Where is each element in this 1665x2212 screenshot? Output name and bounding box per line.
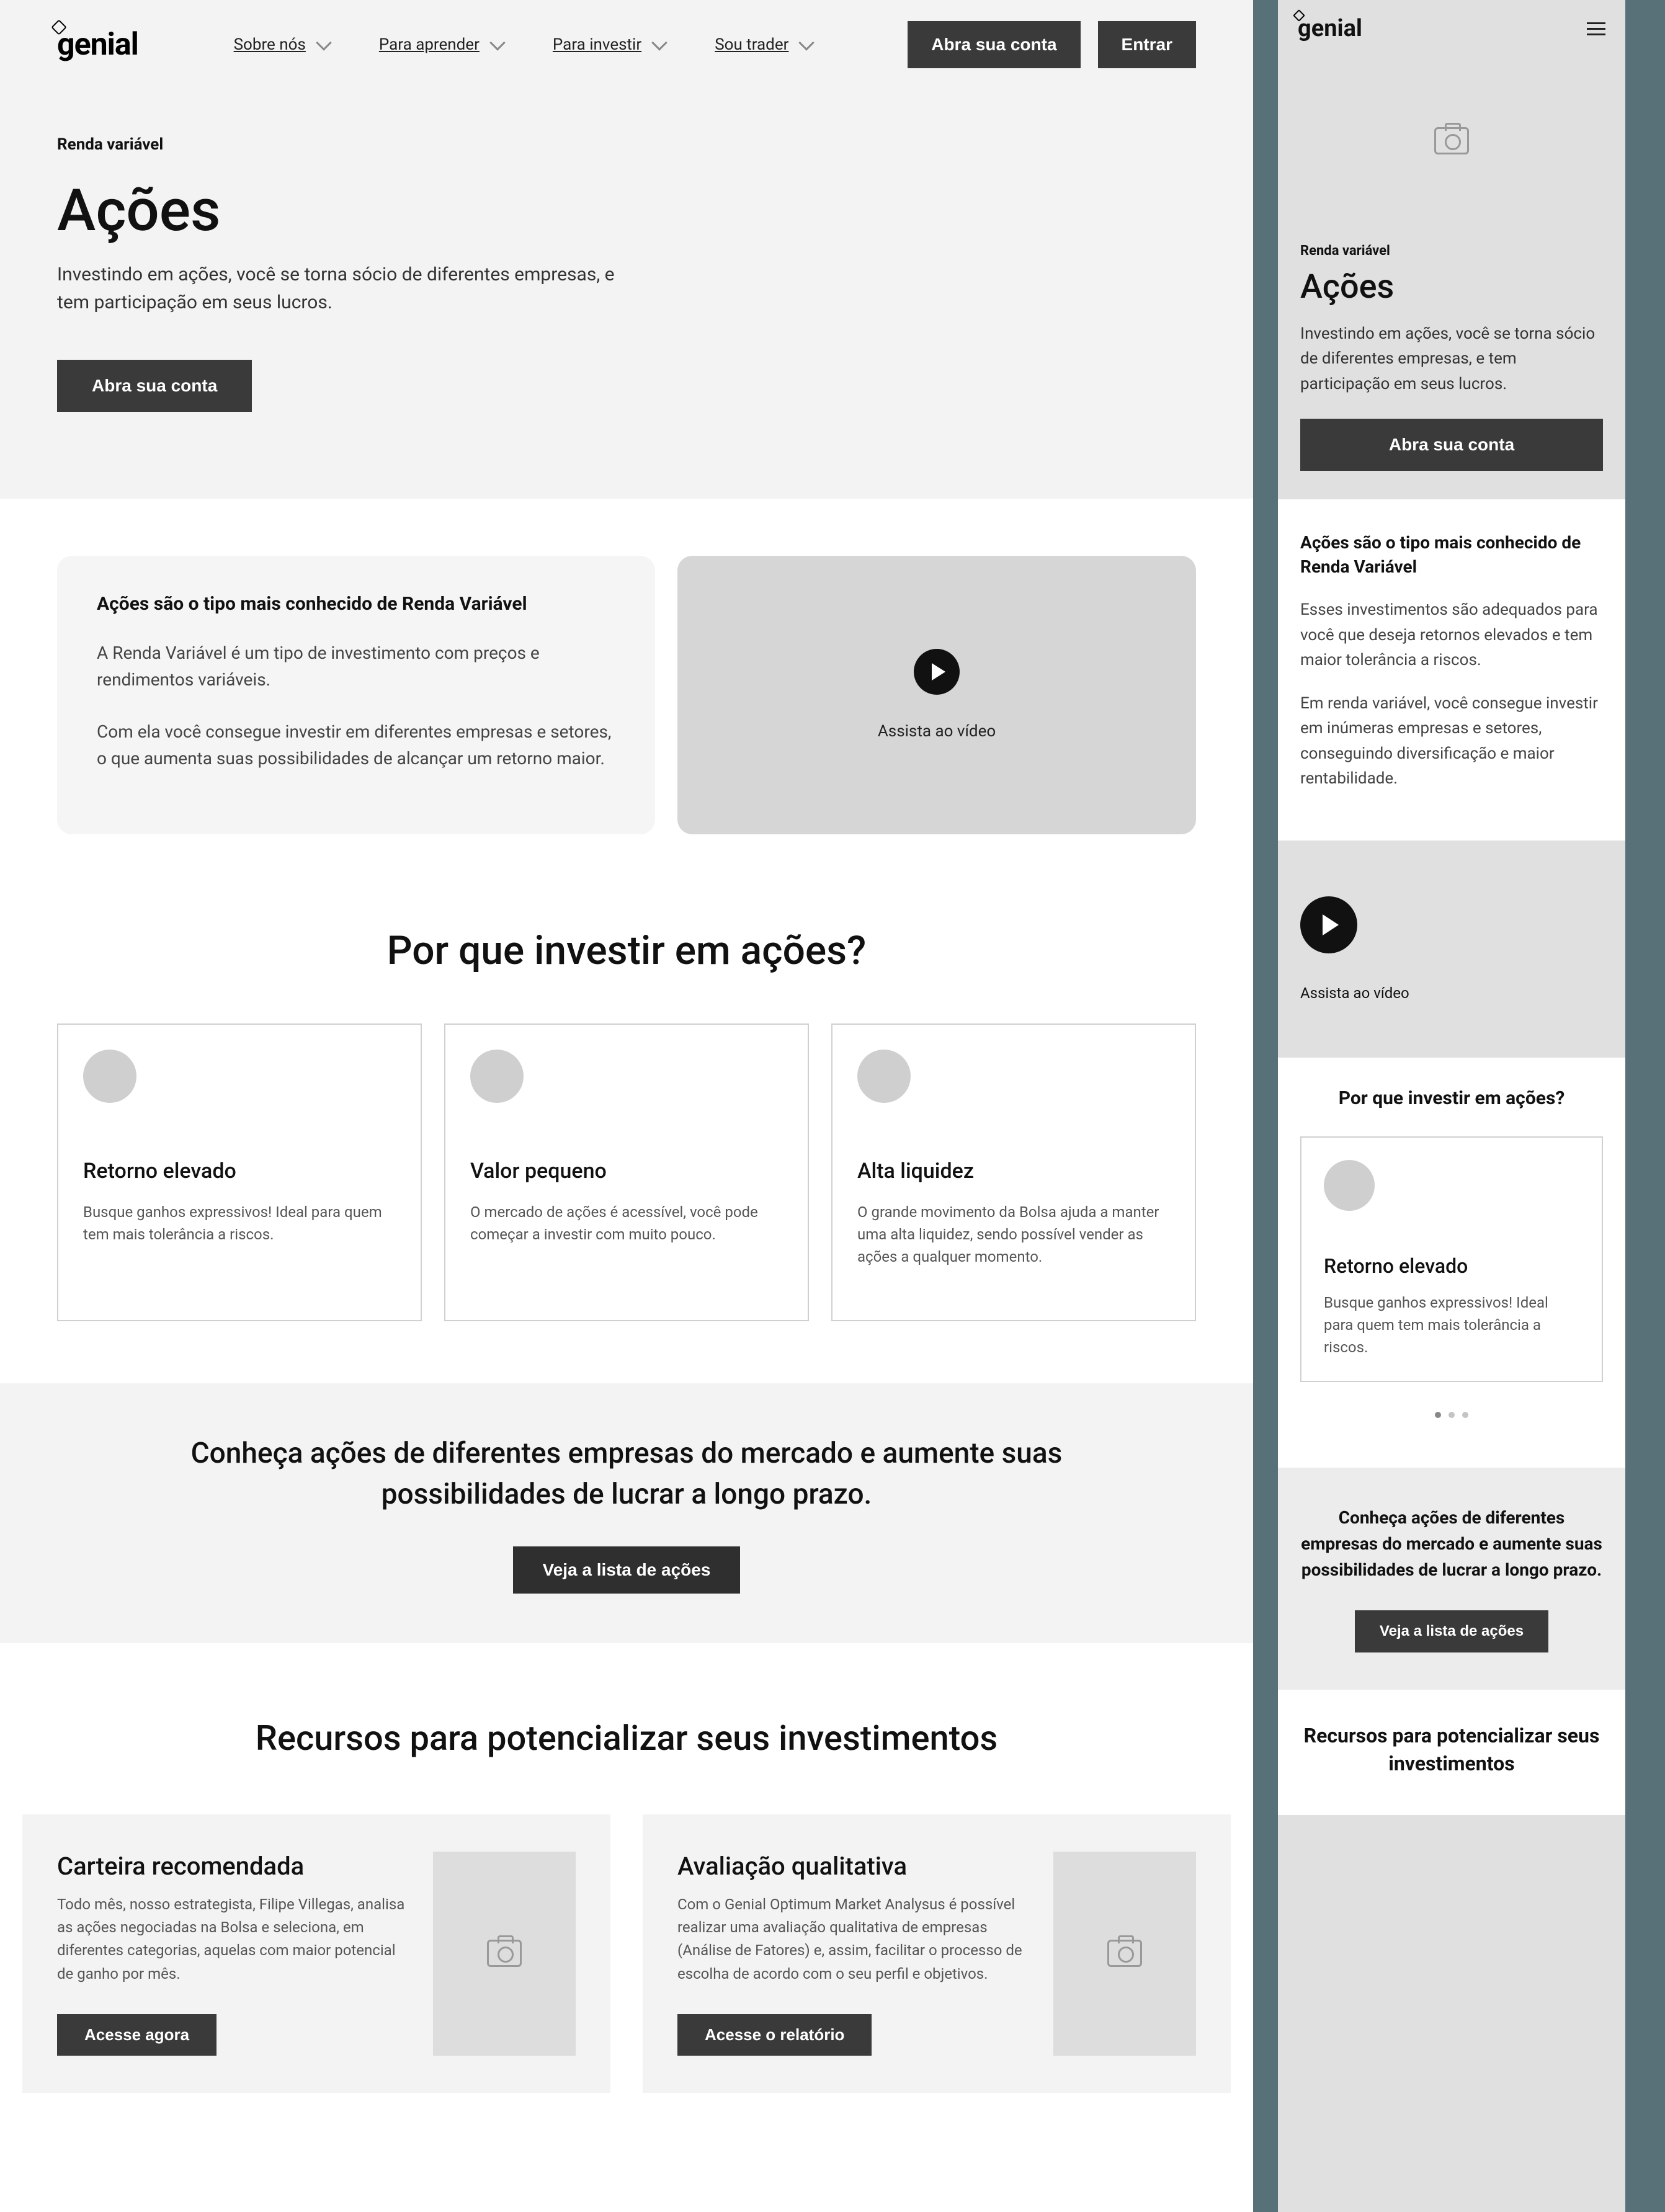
mobile-hero: Renda variável Ações Investindo em ações… (1278, 225, 1625, 499)
resource-text: Com o Genial Optimum Market Analysus é p… (677, 1893, 1029, 1986)
dot[interactable] (1449, 1412, 1455, 1418)
card-text: Busque ganhos expressivos! Ideal para qu… (1324, 1291, 1579, 1358)
card-title: Valor pequeno (470, 1159, 783, 1184)
nav-label: Sou trader (715, 35, 788, 54)
cta-band: Conheça ações de diferentes empresas do … (0, 1383, 1253, 1643)
placeholder-icon (83, 1050, 136, 1103)
page-title: Ações (57, 176, 1196, 244)
why-card-liquidez: Alta liquidez O grande movimento da Bols… (831, 1023, 1196, 1321)
dot[interactable] (1462, 1412, 1468, 1418)
hero: Renda variável Ações Investindo em ações… (57, 68, 1196, 499)
why-cards: Retorno elevado Busque ganhos expressivo… (57, 1023, 1196, 1321)
intro-heading: Ações são o tipo mais conhecido de Renda… (1300, 530, 1603, 579)
resource-image-placeholder (1053, 1852, 1196, 2056)
resources-cards: Carteira recomendada Todo mês, nosso est… (22, 1814, 1231, 2155)
page-title: Ações (1300, 267, 1603, 306)
carousel-dots[interactable] (1300, 1412, 1603, 1418)
resource-image-placeholder (433, 1852, 576, 2056)
chevron-down-icon (651, 35, 667, 50)
mobile-topbar: genial (1278, 0, 1625, 57)
dot-active[interactable] (1435, 1412, 1441, 1418)
chevron-down-icon (316, 35, 331, 50)
resources-title: Recursos para potencializar seus investi… (1300, 1722, 1603, 1778)
brand-logo[interactable]: genial (1298, 15, 1362, 42)
main-nav: Sobre nós Para aprender Para investir So… (234, 35, 813, 54)
mobile-viewport: genial Renda variável Ações Investindo e… (1278, 0, 1625, 2212)
why-title: Por que investir em ações? (57, 927, 1196, 974)
card-text: O mercado de ações é acessível, você pod… (470, 1201, 783, 1246)
hero-cta-button[interactable]: Abra sua conta (1300, 419, 1603, 471)
placeholder-icon (857, 1050, 911, 1103)
resource-card-avaliacao: Avaliação qualitativa Com o Genial Optim… (643, 1814, 1231, 2093)
intro-p1: Esses investimentos são adequados para v… (1300, 597, 1603, 672)
video-caption: Assista ao vídeo (878, 722, 996, 741)
placeholder-icon (1324, 1160, 1375, 1211)
hero-eyebrow: Renda variável (1300, 243, 1603, 259)
why-card-valor: Valor pequeno O mercado de ações é acess… (444, 1023, 809, 1321)
nav-item-aprender[interactable]: Para aprender (379, 35, 503, 54)
camera-icon (1434, 127, 1469, 154)
resources-title: Recursos para potencializar seus investi… (57, 1718, 1196, 1759)
header-region: genial Sobre nós Para aprender Para inve… (0, 0, 1253, 499)
brand-logo[interactable]: genial (57, 27, 138, 63)
resource-title: Avaliação qualitativa (677, 1852, 1029, 1881)
band-heading: Conheça ações de diferentes empresas do … (1300, 1505, 1603, 1583)
resource-cta-button[interactable]: Acesse agora (57, 2014, 216, 2056)
list-stocks-button[interactable]: Veja a lista de ações (513, 1546, 741, 1594)
hamburger-icon[interactable] (1587, 22, 1605, 35)
mobile-intro: Ações são o tipo mais conhecido de Renda… (1278, 499, 1625, 841)
hero-image-placeholder (1278, 57, 1625, 225)
intro-p2: Com ela você consegue investir em difere… (97, 718, 615, 772)
card-title: Retorno elevado (1324, 1254, 1579, 1278)
nav-label: Para investir (553, 35, 641, 54)
hero-eyebrow: Renda variável (57, 135, 1196, 154)
intro-row: Ações são o tipo mais conhecido de Renda… (57, 556, 1196, 834)
hero-cta-button[interactable]: Abra sua conta (57, 360, 252, 412)
resource-cta-button[interactable]: Acesse o relatório (677, 2014, 872, 2056)
mobile-resources: Recursos para potencializar seus investi… (1278, 1690, 1625, 1815)
camera-icon (487, 1940, 522, 1967)
intro-heading: Ações são o tipo mais conhecido de Renda… (97, 593, 615, 615)
mobile-video-card[interactable]: Assista ao vídeo (1278, 841, 1625, 1058)
nav-label: Para aprender (379, 35, 480, 54)
resource-text: Todo mês, nosso estrategista, Filipe Vil… (57, 1893, 408, 1986)
resource-title: Carteira recomendada (57, 1852, 408, 1881)
play-icon[interactable] (914, 649, 960, 695)
chevron-down-icon (489, 35, 505, 50)
mobile-cta-band: Conheça ações de diferentes empresas do … (1278, 1468, 1625, 1690)
why-card-retorno: Retorno elevado Busque ganhos expressivo… (1300, 1136, 1603, 1382)
desktop-viewport: genial Sobre nós Para aprender Para inve… (0, 0, 1253, 2212)
card-text: O grande movimento da Bolsa ajuda a mant… (857, 1201, 1170, 1268)
nav-item-investir[interactable]: Para investir (553, 35, 665, 54)
resource-card-carteira: Carteira recomendada Todo mês, nosso est… (22, 1814, 610, 2093)
card-text: Busque ganhos expressivos! Ideal para qu… (83, 1201, 396, 1246)
nav-item-sobre[interactable]: Sobre nós (234, 35, 329, 54)
placeholder-icon (470, 1050, 524, 1103)
intro-p2: Em renda variável, você consegue investi… (1300, 691, 1603, 791)
intro-p1: A Renda Variável é um tipo de investimen… (97, 640, 615, 693)
hero-subtitle: Investindo em ações, você se torna sócio… (57, 261, 615, 316)
band-heading: Conheça ações de diferentes empresas do … (143, 1433, 1110, 1515)
card-title: Alta liquidez (857, 1159, 1170, 1184)
chevron-down-icon (799, 35, 815, 50)
nav-item-trader[interactable]: Sou trader (715, 35, 812, 54)
intro-text-card: Ações são o tipo mais conhecido de Renda… (57, 556, 655, 834)
open-account-button[interactable]: Abra sua conta (908, 21, 1080, 68)
hero-subtitle: Investindo em ações, você se torna sócio… (1300, 321, 1603, 396)
mobile-why: Por que investir em ações? Retorno eleva… (1278, 1058, 1625, 1468)
why-title: Por que investir em ações? (1300, 1087, 1603, 1109)
card-title: Retorno elevado (83, 1159, 396, 1184)
play-icon[interactable] (1300, 896, 1357, 953)
list-stocks-button[interactable]: Veja a lista de ações (1355, 1610, 1548, 1652)
video-caption: Assista ao vídeo (1300, 984, 1603, 1002)
video-card[interactable]: Assista ao vídeo (677, 556, 1196, 834)
camera-icon (1107, 1940, 1142, 1967)
why-card-retorno: Retorno elevado Busque ganhos expressivo… (57, 1023, 422, 1321)
nav-label: Sobre nós (234, 35, 306, 54)
login-button[interactable]: Entrar (1098, 21, 1196, 68)
